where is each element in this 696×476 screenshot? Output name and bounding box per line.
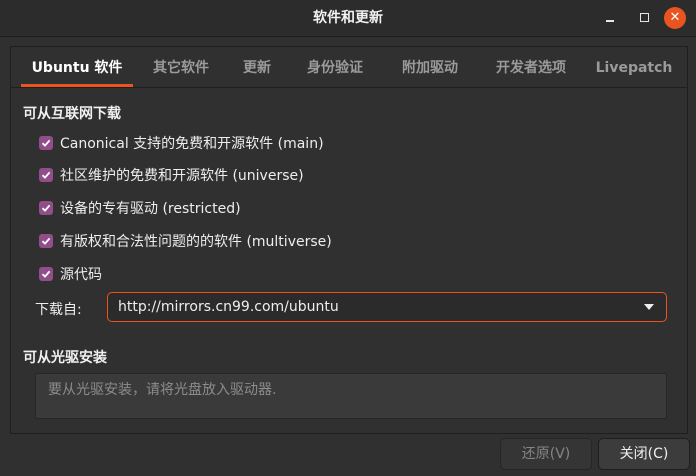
notebook-frame: Ubuntu 软件 其它软件 更新 身份验证 附加驱动 开发者选项 Livepa… xyxy=(10,46,688,434)
checkmark-icon xyxy=(41,171,51,179)
checkmark-icon xyxy=(41,204,51,212)
cdrom-list[interactable]: 要从光驱安装，请将光盘放入驱动器. xyxy=(35,373,667,419)
option-universe[interactable]: 社区维护的免费和开源软件 (universe) xyxy=(39,165,304,185)
close-window-button[interactable]: ✕ xyxy=(664,7,686,29)
tab-other-software[interactable]: 其它软件 xyxy=(141,47,221,87)
option-source-code[interactable]: 源代码 xyxy=(39,264,102,284)
checkbox-source-code[interactable] xyxy=(39,267,53,281)
checkbox-multiverse[interactable] xyxy=(39,234,53,248)
option-main[interactable]: Canonical 支持的免费和开源软件 (main) xyxy=(39,133,324,153)
close-icon: ✕ xyxy=(669,10,681,25)
tab-livepatch[interactable]: Livepatch xyxy=(589,47,679,87)
tab-bar: Ubuntu 软件 其它软件 更新 身份验证 附加驱动 开发者选项 Livepa… xyxy=(11,47,687,88)
checkbox-restricted[interactable] xyxy=(39,201,53,215)
minimize-icon xyxy=(606,20,614,22)
close-button[interactable]: 关闭(C) xyxy=(598,438,690,470)
tab-updates[interactable]: 更新 xyxy=(235,47,279,87)
checkmark-icon xyxy=(41,270,51,278)
title-bar[interactable]: 软件和更新 ✕ xyxy=(0,0,696,37)
tab-additional-drivers[interactable]: 附加驱动 xyxy=(389,47,471,87)
minimize-button[interactable] xyxy=(600,8,620,28)
tab-developer-options[interactable]: 开发者选项 xyxy=(481,47,581,87)
tab-ubuntu-software[interactable]: Ubuntu 软件 xyxy=(21,47,133,87)
chevron-down-icon[interactable] xyxy=(644,304,654,310)
cdrom-placeholder: 要从光驱安装，请将光盘放入驱动器. xyxy=(48,382,277,398)
option-multiverse-label: 有版权和合法性问题的的软件 (multiverse) xyxy=(60,234,332,250)
option-source-code-label: 源代码 xyxy=(60,267,102,283)
option-multiverse[interactable]: 有版权和合法性问题的的软件 (multiverse) xyxy=(39,231,332,251)
maximize-button[interactable] xyxy=(634,8,654,28)
download-server-combobox[interactable]: http://mirrors.cn99.com/ubuntu xyxy=(107,292,667,322)
checkmark-icon xyxy=(41,139,51,147)
window-title: 软件和更新 xyxy=(313,10,383,26)
checkmark-icon xyxy=(41,237,51,245)
option-main-label: Canonical 支持的免费和开源软件 (main) xyxy=(60,136,324,152)
option-restricted[interactable]: 设备的专有驱动 (restricted) xyxy=(39,198,241,218)
download-from-label: 下载自: xyxy=(35,302,82,318)
option-restricted-label: 设备的专有驱动 (restricted) xyxy=(60,201,241,217)
download-server-value: http://mirrors.cn99.com/ubuntu xyxy=(118,299,339,315)
software-updates-window: 软件和更新 ✕ Ubuntu 软件 其它软件 更新 身份验证 附加驱动 开发者选… xyxy=(0,0,696,476)
download-section-heading: 可从互联网下载 xyxy=(23,106,121,122)
maximize-icon xyxy=(639,13,649,22)
checkbox-main[interactable] xyxy=(39,136,53,150)
cdrom-section-heading: 可从光驱安装 xyxy=(23,350,107,366)
option-universe-label: 社区维护的免费和开源软件 (universe) xyxy=(60,168,304,184)
revert-button[interactable]: 还原(V) xyxy=(500,438,592,470)
tab-authentication[interactable]: 身份验证 xyxy=(295,47,375,87)
checkbox-universe[interactable] xyxy=(39,168,53,182)
